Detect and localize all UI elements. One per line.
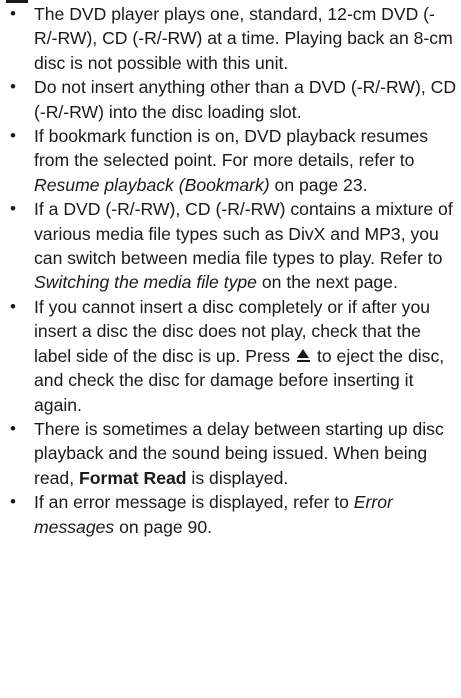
note-text-before: If an error message is displayed, refer … xyxy=(34,492,354,513)
note-text-after: on page 23. xyxy=(269,174,368,195)
note-text-after: on the next page. xyxy=(256,272,398,293)
note-item-playback-delay: • There is sometimes a delay between sta… xyxy=(8,417,458,490)
note-item-disc-size: • The DVD player plays one, standard, 12… xyxy=(8,2,458,75)
note-text: If an error message is displayed, refer … xyxy=(34,492,393,536)
bullet: • xyxy=(10,418,16,438)
note-text: If a DVD (-R/-RW), CD (-R/-RW) contains … xyxy=(34,199,453,292)
note-text: The DVD player plays one, standard, 12-c… xyxy=(34,4,453,73)
note-text: Do not insert anything other than a DVD … xyxy=(34,77,457,122)
note-text: If bookmark function is on, DVD playback… xyxy=(34,126,428,195)
format-read-label: Format Read xyxy=(79,467,187,488)
eject-icon xyxy=(297,348,311,363)
note-item-insert-warning: • Do not insert anything other than a DV… xyxy=(8,75,458,124)
bullet: • xyxy=(10,199,16,219)
note-text-before: If a DVD (-R/-RW), CD (-R/-RW) contains … xyxy=(34,199,453,269)
note-text-after: on page 90. xyxy=(114,516,213,537)
bullet: • xyxy=(10,4,16,23)
reference-resume-playback: Resume playback (Bookmark) xyxy=(34,174,270,195)
note-item-media-types: • If a DVD (-R/-RW), CD (-R/-RW) contain… xyxy=(8,197,458,295)
bullet: • xyxy=(10,126,16,146)
note-item-error-message: • If an error message is displayed, refe… xyxy=(8,490,458,539)
notes-list: • The DVD player plays one, standard, 12… xyxy=(8,2,458,539)
reference-switching-media-file-type: Switching the media file type xyxy=(34,272,257,293)
note-text-before: If bookmark function is on, DVD playback… xyxy=(34,126,429,171)
note-item-insert-problem: • If you cannot insert a disc completely… xyxy=(8,295,458,417)
note-text: There is sometimes a delay between start… xyxy=(34,419,444,488)
bullet: • xyxy=(10,77,16,97)
note-item-bookmark: • If bookmark function is on, DVD playba… xyxy=(8,124,458,197)
note-text-after: is displayed. xyxy=(186,467,289,488)
note-text: If you cannot insert a disc completely o… xyxy=(34,297,444,415)
bullet: • xyxy=(10,296,16,316)
bullet: • xyxy=(10,492,16,512)
